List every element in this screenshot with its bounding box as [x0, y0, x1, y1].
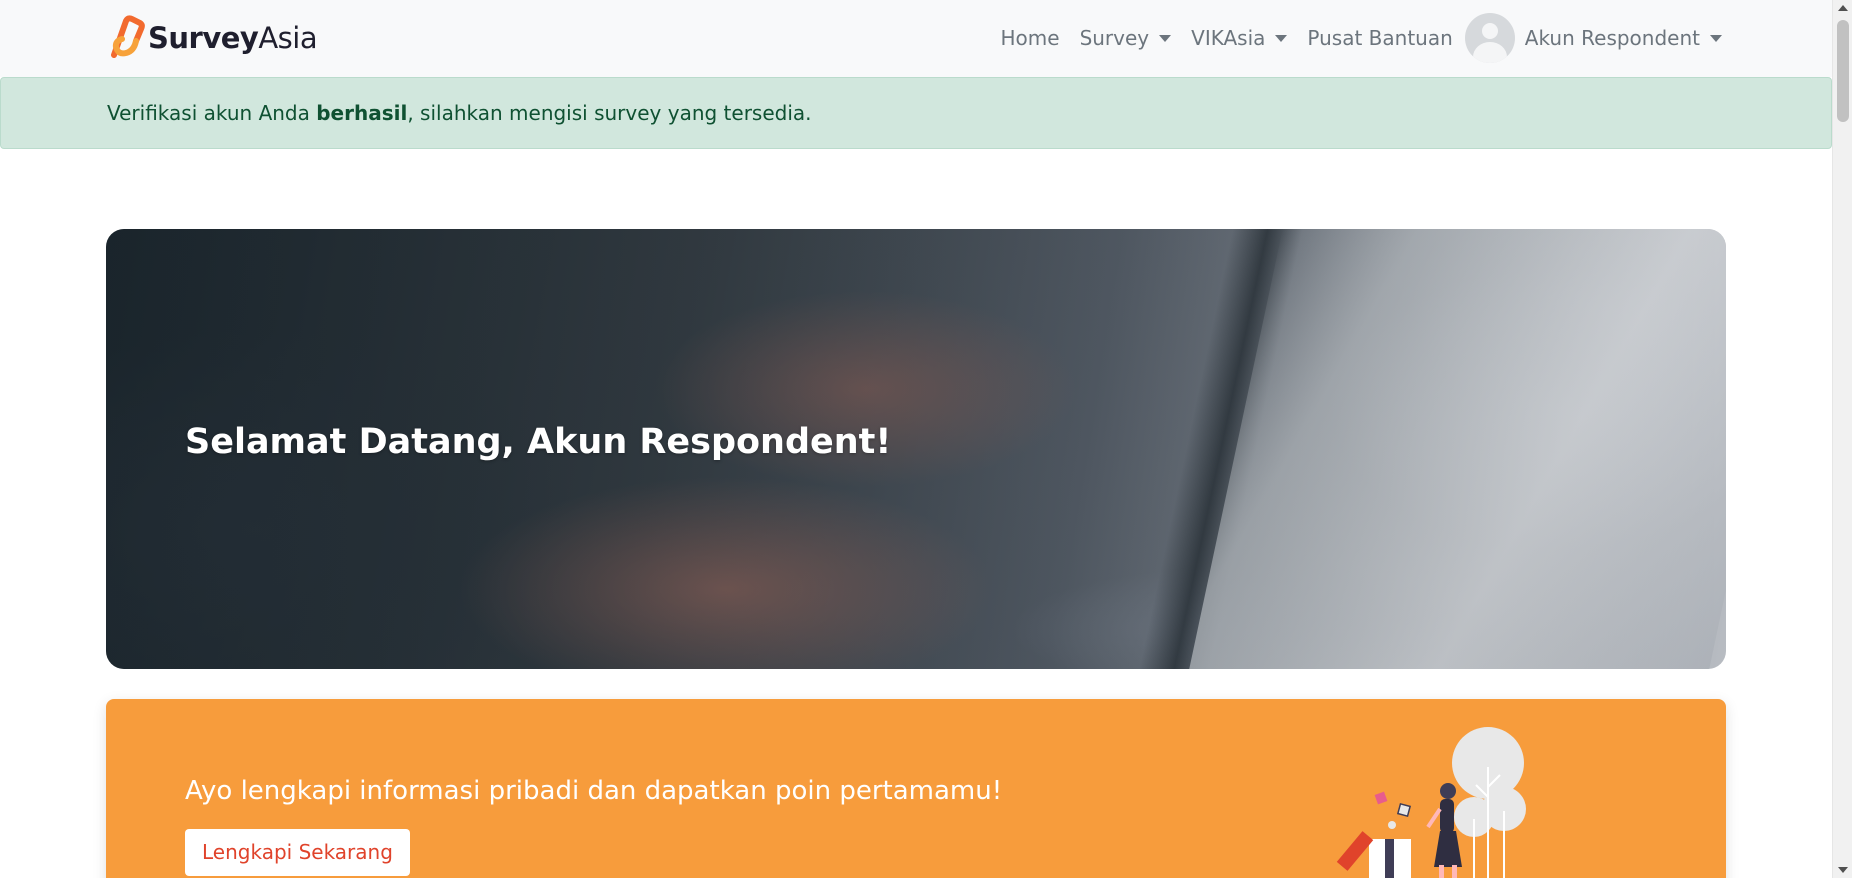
nav-account-dropdown[interactable]: Akun Respondent [1525, 26, 1732, 50]
nav-vikasia-dropdown[interactable]: VIKAsia [1181, 26, 1297, 50]
gift-illustration-icon [1336, 727, 1526, 878]
welcome-hero-banner: Selamat Datang, Akun Respondent! [106, 229, 1726, 669]
scrollbar-thumb[interactable] [1837, 20, 1849, 122]
surveyasia-logo-icon [111, 15, 145, 58]
hero-title: Selamat Datang, Akun Respondent! [185, 422, 892, 462]
nav-home[interactable]: Home [991, 26, 1070, 50]
brand-name: SurveyAsia [148, 21, 318, 55]
chevron-down-icon [1275, 34, 1288, 42]
promo-text: Ayo lengkapi informasi pribadi dan dapat… [185, 776, 1003, 806]
brand-logo[interactable]: SurveyAsia [106, 15, 318, 61]
chevron-down-icon [1159, 34, 1172, 42]
nav-help[interactable]: Pusat Bantuan [1297, 26, 1462, 50]
navbar: SurveyAsia Home Survey VIKAsia Pusat Ban… [0, 0, 1832, 77]
alert-text-suffix: , silahkan mengisi survey yang tersedia. [407, 101, 812, 125]
alert-text-bold: berhasil [316, 101, 408, 125]
complete-now-button[interactable]: Lengkapi Sekarang [185, 829, 410, 876]
nav-menu: Home Survey VIKAsia Pusat Bantuan Akun R… [991, 13, 1733, 63]
alert-text-prefix: Verifikasi akun Anda [107, 101, 317, 125]
complete-profile-card: Ayo lengkapi informasi pribadi dan dapat… [106, 699, 1726, 878]
chevron-down-icon [1710, 34, 1722, 42]
page-scrollbar[interactable] [1832, 0, 1852, 878]
scroll-down-arrow-icon[interactable] [1838, 867, 1848, 873]
avatar-head [1481, 23, 1498, 39]
verification-success-alert: Verifikasi akun Anda berhasil, silahkan … [0, 77, 1832, 149]
avatar-body [1472, 42, 1507, 63]
scroll-up-arrow-icon[interactable] [1838, 5, 1848, 11]
avatar-icon[interactable] [1464, 13, 1515, 63]
nav-survey-dropdown[interactable]: Survey [1070, 26, 1182, 50]
